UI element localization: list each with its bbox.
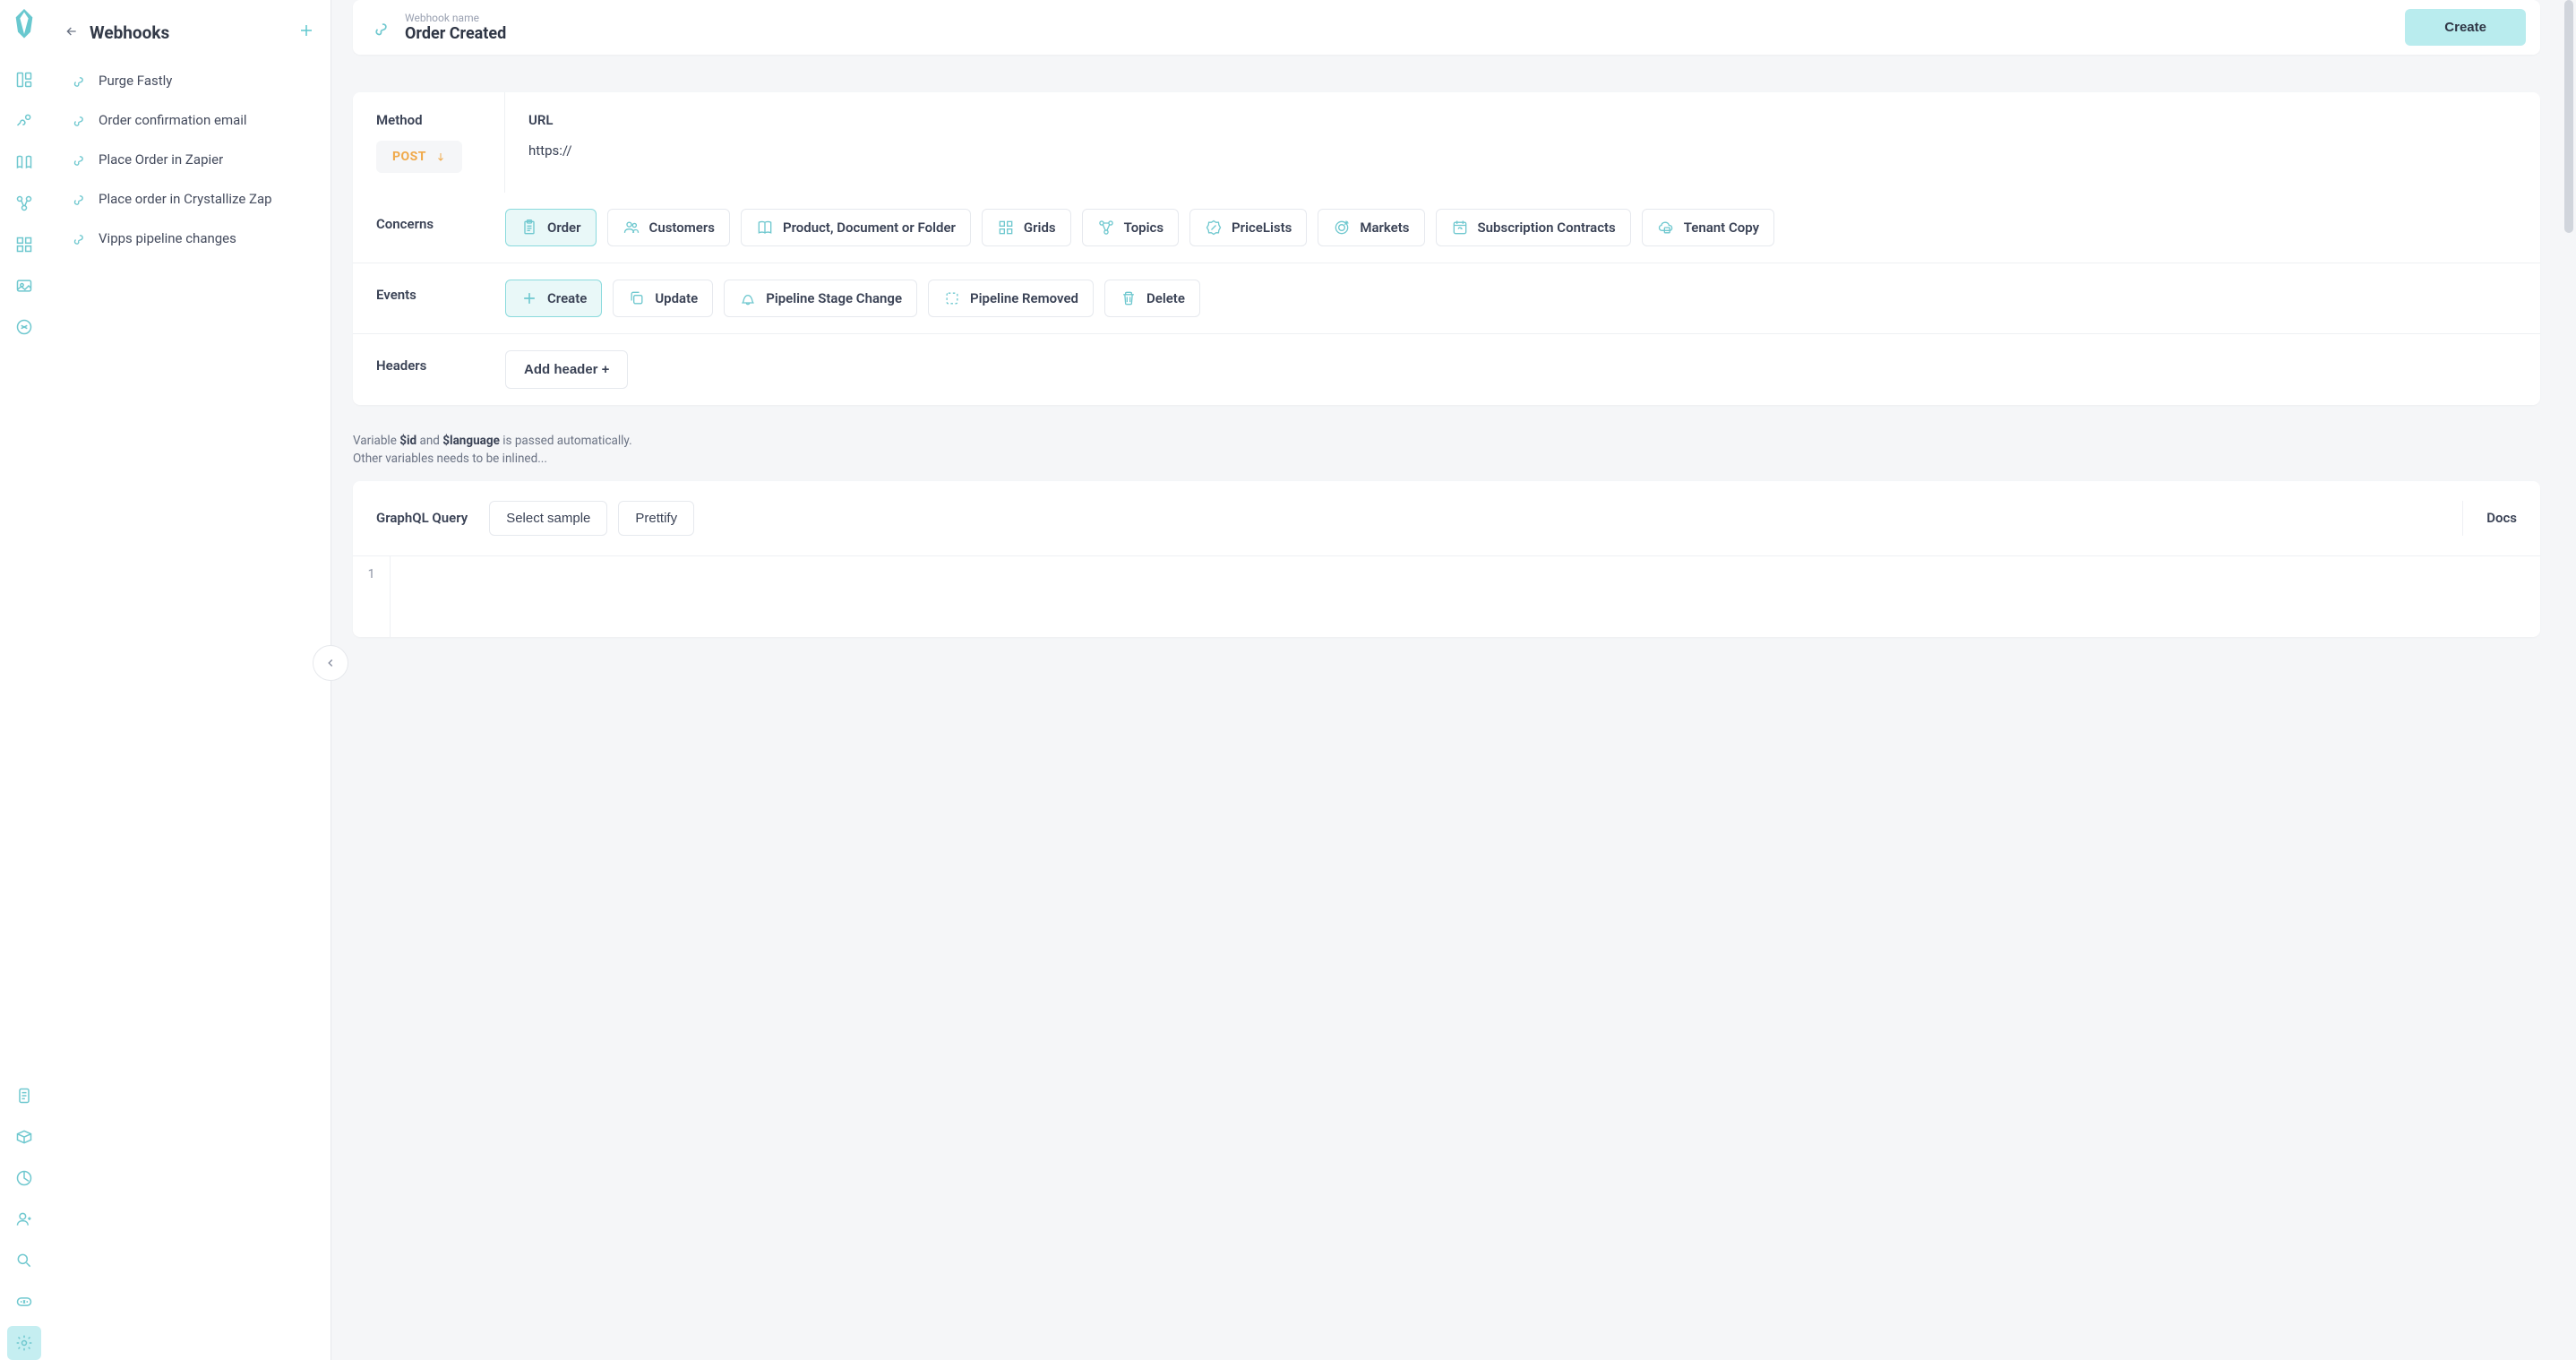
rail-box-icon[interactable] (7, 1120, 41, 1154)
editor-gutter: 1 (353, 556, 391, 637)
back-arrow-icon[interactable] (64, 24, 79, 42)
calendar-refresh-icon (1451, 219, 1469, 237)
concern-chip-topics[interactable]: Topics (1082, 209, 1179, 246)
clipboard-icon (520, 219, 538, 237)
event-chip-create[interactable]: Create (505, 280, 602, 317)
dashed-square-icon (943, 289, 961, 307)
concern-chip-pricelists[interactable]: PriceLists (1189, 209, 1307, 246)
arrow-down-icon (435, 151, 446, 162)
method-select[interactable]: POST (376, 141, 462, 173)
sidebar-item-webhook[interactable]: Place order in Crystallize Zap (64, 182, 314, 216)
graphql-query-label: GraphQL Query (376, 510, 468, 526)
config-card: Method POST URL https:// Concerns (353, 92, 2540, 405)
sidebar-item-webhook[interactable]: Order confirmation email (64, 103, 314, 137)
rail-orders-icon[interactable] (7, 1079, 41, 1113)
webhook-icon (373, 18, 392, 38)
rail-shapes-icon[interactable] (7, 186, 41, 220)
book-icon (756, 219, 774, 237)
users-icon (623, 219, 640, 237)
webhook-icon (72, 112, 88, 128)
event-chip-update[interactable]: Update (613, 280, 713, 317)
rail-translate-icon[interactable] (7, 1285, 41, 1319)
scrollbar-track[interactable] (2562, 0, 2576, 1360)
sidebar: Webhooks Purge Fastly Order confirmation… (48, 0, 331, 1360)
webhook-header-card: Webhook name Order Created Create (353, 0, 2540, 55)
collapse-sidebar-button[interactable] (313, 645, 348, 681)
sidebar-title: Webhooks (90, 22, 288, 43)
select-sample-button[interactable]: Select sample (489, 501, 607, 536)
rail-media-icon[interactable] (7, 269, 41, 303)
method-label: Method (376, 112, 504, 128)
trash-icon (1120, 289, 1138, 307)
url-input[interactable]: https:// (528, 142, 2517, 159)
webhook-name-label: Webhook name (405, 12, 2392, 24)
rail-customers-icon[interactable] (7, 1202, 41, 1236)
target-icon (1333, 219, 1351, 237)
events-label: Events (353, 263, 505, 333)
webhook-name-input[interactable]: Order Created (405, 24, 2392, 43)
crystallize-logo-icon[interactable] (12, 9, 37, 38)
scrollbar-thumb[interactable] (2564, 0, 2573, 233)
rail-webhooks-icon[interactable] (7, 104, 41, 138)
event-chip-delete[interactable]: Delete (1104, 280, 1200, 317)
concern-chip-markets[interactable]: Markets (1318, 209, 1424, 246)
concern-chip-tenant-copy[interactable]: Tenant Copy (1642, 209, 1774, 246)
rail-pricing-icon[interactable] (7, 310, 41, 344)
add-header-button[interactable]: Add header + (505, 350, 628, 389)
url-label: URL (528, 112, 2517, 128)
sidebar-item-label: Vipps pipeline changes (99, 230, 236, 246)
webhook-icon (72, 73, 88, 89)
sidebar-item-webhook[interactable]: Vipps pipeline changes (64, 221, 314, 255)
plus-icon (520, 289, 538, 307)
concerns-label: Concerns (353, 193, 505, 263)
events-chips: Create Update Pipeline Stage Change (505, 280, 2517, 317)
graphql-editor[interactable]: 1 (353, 556, 2540, 637)
sidebar-item-webhook[interactable]: Purge Fastly (64, 64, 314, 98)
event-chip-pipeline-removed[interactable]: Pipeline Removed (928, 280, 1094, 317)
icon-rail (0, 0, 48, 1360)
sidebar-item-label: Place order in Crystallize Zap (99, 191, 272, 207)
line-number: 1 (353, 567, 390, 581)
sidebar-item-label: Order confirmation email (99, 112, 247, 128)
concern-chip-customers[interactable]: Customers (607, 209, 730, 246)
sidebar-item-webhook[interactable]: Place Order in Zapier (64, 142, 314, 176)
concern-chip-subscriptions[interactable]: Subscription Contracts (1436, 209, 1631, 246)
method-value: POST (392, 150, 426, 164)
webhook-icon (72, 230, 88, 246)
webhook-icon (72, 151, 88, 168)
concern-chip-grids[interactable]: Grids (982, 209, 1071, 246)
badge-percent-icon (1205, 219, 1223, 237)
variable-hint: Variable $id and $language is passed aut… (353, 432, 2540, 469)
rail-settings-icon[interactable] (7, 1326, 41, 1360)
sidebar-item-label: Place Order in Zapier (99, 151, 223, 168)
concern-chip-order[interactable]: Order (505, 209, 597, 246)
rail-grids-icon[interactable] (7, 228, 41, 262)
prettify-button[interactable]: Prettify (618, 501, 694, 536)
webhook-icon (72, 191, 88, 207)
add-webhook-button[interactable] (298, 22, 314, 44)
rail-docs-icon[interactable] (7, 145, 41, 179)
rail-search-icon[interactable] (7, 1244, 41, 1278)
copy-icon (628, 289, 646, 307)
cloud-copy-icon (1657, 219, 1675, 237)
concerns-chips: Order Customers Product, Document or Fol… (505, 209, 2517, 246)
editor-textarea[interactable] (391, 556, 2540, 637)
rail-catalogue-icon[interactable] (7, 63, 41, 97)
main-content: Webhook name Order Created Create Method… (331, 0, 2562, 1360)
bell-icon (739, 289, 757, 307)
webhook-list: Purge Fastly Order confirmation email Pl… (64, 64, 314, 255)
docs-button[interactable]: Docs (2462, 501, 2540, 536)
event-chip-pipeline-stage[interactable]: Pipeline Stage Change (724, 280, 917, 317)
sidebar-item-label: Purge Fastly (99, 73, 172, 89)
topics-icon (1097, 219, 1115, 237)
create-button[interactable]: Create (2405, 9, 2526, 46)
concern-chip-product[interactable]: Product, Document or Folder (741, 209, 971, 246)
graphql-query-card: GraphQL Query Select sample Prettify Doc… (353, 481, 2540, 637)
rail-analytics-icon[interactable] (7, 1161, 41, 1195)
grid-icon (997, 219, 1015, 237)
headers-label: Headers (353, 334, 505, 405)
